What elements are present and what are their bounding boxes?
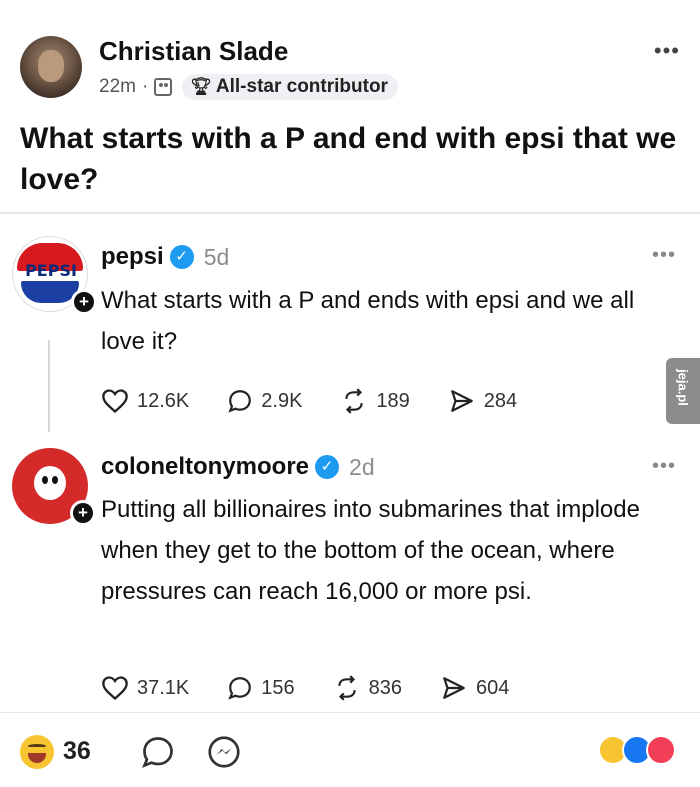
heart-icon <box>102 389 128 414</box>
pepsi-logo-text: PEPSI <box>25 261 77 280</box>
thread-more-icon[interactable]: ••• <box>652 455 676 478</box>
pepsi-avatar[interactable]: PEPSI + <box>12 236 97 315</box>
post-text: What starts with a P and end with epsi t… <box>20 122 677 196</box>
like-button[interactable]: 37.1K <box>101 675 189 701</box>
thread-time: 2d <box>349 453 375 480</box>
thread-text: Putting all billionaires into submarines… <box>101 496 640 605</box>
haha-reaction-icon[interactable] <box>20 735 54 769</box>
heart-icon <box>102 676 128 701</box>
repost-button[interactable]: 189 <box>340 388 410 414</box>
thread-actions: 12.6K 2.9K 189 284 <box>101 388 555 414</box>
post-meta: 22m · 🏆︎ All-star contributor <box>99 74 398 100</box>
share-count: 284 <box>483 389 518 412</box>
thread-username[interactable]: coloneltonymoore ✓ 2d <box>101 453 375 481</box>
meta-separator: · <box>141 76 149 97</box>
verified-icon: ✓ <box>169 245 194 269</box>
reaction-summary[interactable] <box>598 735 680 769</box>
comment-icon <box>228 677 252 700</box>
like-button[interactable]: 12.6K <box>101 388 189 414</box>
thread-username[interactable]: pepsi ✓ 5d <box>101 243 229 271</box>
repost-button[interactable]: 836 <box>333 675 402 701</box>
thread-actions: 37.1K 156 836 604 <box>101 675 547 701</box>
comment-count: 156 <box>261 676 295 699</box>
comment-icon[interactable] <box>140 734 176 770</box>
reaction-count[interactable]: 36 <box>63 737 91 766</box>
like-count: 37.1K <box>137 676 190 699</box>
post-time[interactable]: 22m <box>99 76 136 98</box>
repost-icon <box>345 388 364 414</box>
emoji-mouth <box>28 753 46 763</box>
more-options-icon[interactable]: ••• <box>654 38 680 64</box>
username-text[interactable]: pepsi <box>101 243 164 271</box>
repost-count: 189 <box>376 389 410 412</box>
comment-count: 2.9K <box>261 389 303 412</box>
post-header: Christian Slade 22m · 🏆︎ All-star contri… <box>0 0 700 110</box>
avatar-eye <box>52 476 58 484</box>
verified-icon: ✓ <box>315 455 340 479</box>
comment-icon <box>228 390 252 413</box>
comment-button[interactable]: 156 <box>227 675 295 701</box>
share-button[interactable]: 284 <box>448 388 517 414</box>
share-count: 604 <box>476 676 510 699</box>
thread-more-icon[interactable]: ••• <box>652 244 676 267</box>
repost-icon <box>337 675 356 701</box>
divider <box>0 212 700 214</box>
thread-time: 5d <box>203 243 230 270</box>
author-avatar[interactable] <box>20 36 82 98</box>
send-icon <box>450 390 473 412</box>
author-name[interactable]: Christian Slade <box>99 36 288 67</box>
post-footer: 36 <box>0 722 700 782</box>
footer-divider <box>0 712 700 713</box>
badge-label: All-star contributor <box>215 76 388 97</box>
thread-line <box>48 340 50 432</box>
like-count: 12.6K <box>137 389 190 412</box>
send-icon <box>443 677 465 699</box>
wow-reaction-icon <box>646 735 676 765</box>
contributor-badge[interactable]: 🏆︎ All-star contributor <box>182 74 398 100</box>
share-button[interactable]: 604 <box>440 675 509 701</box>
thread-text: What starts with a P and ends with epsi … <box>101 287 635 355</box>
messenger-icon[interactable] <box>206 734 242 770</box>
watermark-tab: jeja.pl <box>666 358 700 424</box>
follow-plus-icon[interactable]: + <box>70 500 96 526</box>
avatar-eye <box>42 476 48 484</box>
group-icon <box>154 78 173 96</box>
avatar-face <box>38 50 64 82</box>
repost-count: 836 <box>368 676 403 699</box>
avatar-face <box>34 466 66 500</box>
username-text[interactable]: coloneltonymoore <box>101 453 309 481</box>
follow-plus-icon[interactable]: + <box>71 289 97 315</box>
watermark-text: jeja.pl <box>675 369 691 406</box>
comment-button[interactable]: 2.9K <box>227 388 302 414</box>
trophy-icon: 🏆︎ <box>190 77 212 96</box>
emoji-eyes <box>28 744 46 748</box>
